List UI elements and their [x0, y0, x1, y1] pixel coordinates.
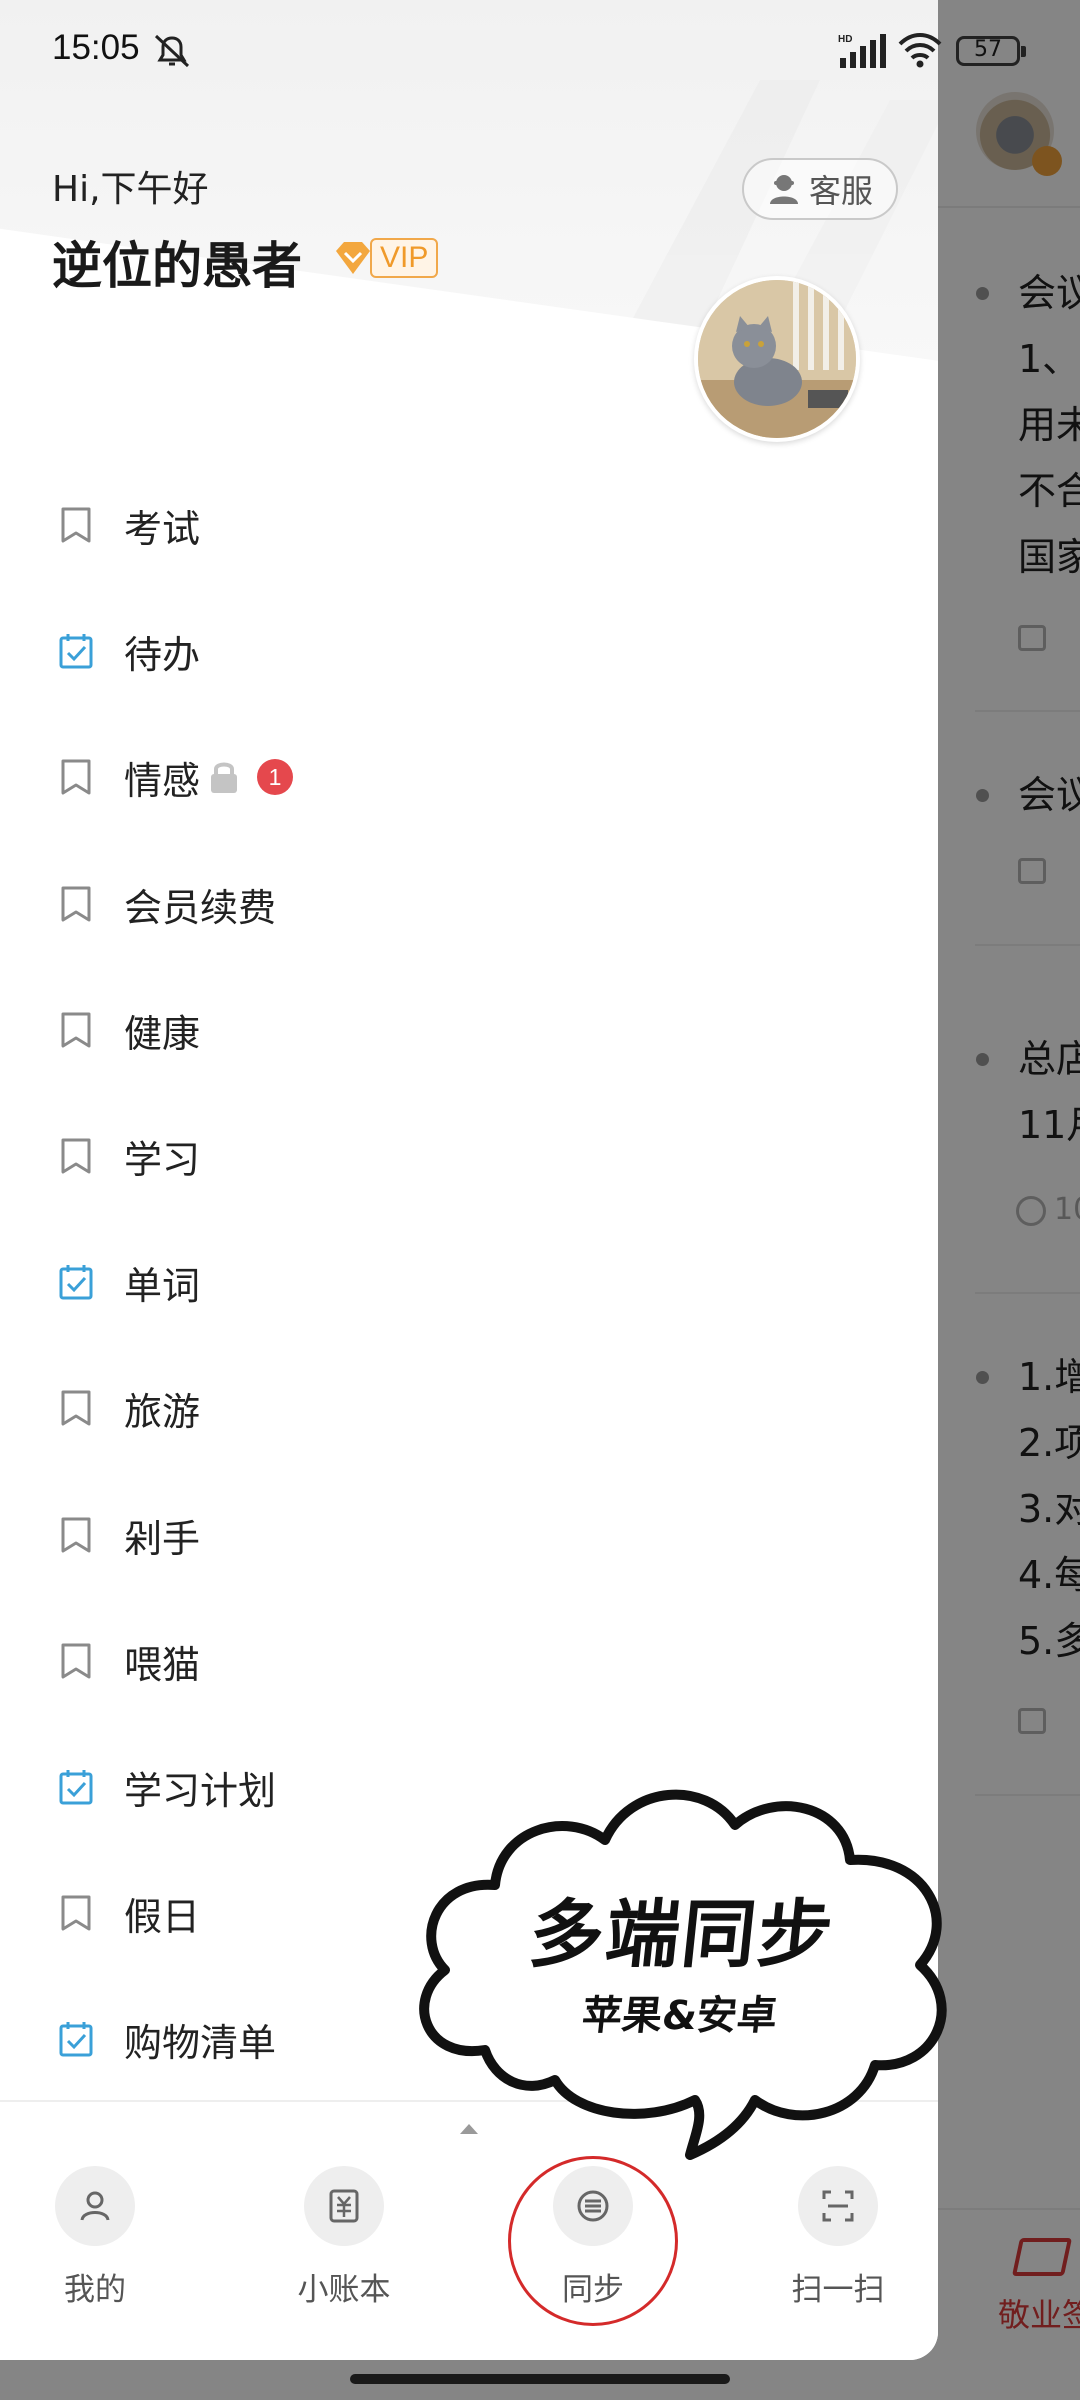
cat-photo	[698, 280, 856, 438]
category-item[interactable]: 待办	[0, 588, 938, 714]
category-label: 考试	[124, 506, 201, 551]
unread-badge: 1	[257, 759, 293, 795]
nav-ledger-label: 小账本	[297, 2272, 391, 2308]
battery-level: 57	[974, 37, 1002, 62]
calendar-check-icon	[59, 2022, 93, 2057]
username[interactable]: 逆位的愚者	[52, 226, 302, 298]
vip-label: VIP	[370, 238, 439, 278]
greeting-text: Hi,下午好	[52, 169, 209, 210]
vip-badge[interactable]: VIP	[332, 236, 439, 280]
bookmark-icon	[61, 1138, 91, 1174]
category-item[interactable]: 剁手	[0, 1472, 938, 1598]
nav-scan-label: 扫一扫	[791, 2272, 885, 2308]
bookmark-icon	[61, 1390, 91, 1426]
home-indicator[interactable]	[350, 2374, 730, 2384]
category-label: 情感	[124, 758, 201, 803]
category-item[interactable]: 学习	[0, 1093, 938, 1219]
bookmark-icon	[61, 1012, 91, 1048]
calendar-check-icon	[59, 634, 93, 669]
hd-badge: HD	[838, 34, 852, 45]
person-icon	[55, 2166, 135, 2246]
agent-icon	[769, 175, 798, 204]
nav-my-label: 我的	[64, 2272, 126, 2308]
profile-avatar[interactable]	[694, 276, 860, 442]
nav-ledger[interactable]: 小账本	[254, 2166, 434, 2326]
category-label: 学习	[124, 1137, 201, 1182]
bookmark-icon	[61, 1517, 91, 1553]
promo-subtitle: 苹果&安卓	[579, 1993, 780, 2039]
category-item[interactable]: 情感 1	[0, 714, 938, 840]
bookmark-icon	[61, 1643, 91, 1679]
category-item[interactable]: 健康	[0, 967, 938, 1093]
bookmark-icon	[61, 1895, 91, 1931]
sync-highlight-circle	[508, 2156, 678, 2326]
category-label: 会员续费	[124, 885, 277, 930]
calendar-check-icon	[59, 1265, 93, 1300]
mute-bell-icon	[154, 34, 190, 68]
nav-my[interactable]: 我的	[5, 2166, 185, 2326]
bookmark-icon	[61, 886, 91, 922]
scan-icon	[798, 2166, 878, 2246]
category-label: 喂猫	[124, 1642, 201, 1687]
category-label: 单词	[124, 1263, 201, 1308]
customer-service-label: 客服	[808, 172, 873, 210]
category-item[interactable]: 单词	[0, 1219, 938, 1345]
category-label: 剁手	[124, 1516, 201, 1561]
category-item[interactable]: 旅游	[0, 1345, 938, 1471]
category-item[interactable]: 会员续费	[0, 841, 938, 967]
category-label: 健康	[124, 1011, 201, 1056]
diamond-icon	[336, 242, 370, 274]
bookmark-icon	[61, 507, 91, 543]
category-label: 购物清单	[124, 2020, 277, 2065]
category-label: 假日	[124, 1894, 201, 1939]
ledger-icon	[304, 2166, 384, 2246]
category-label: 学习计划	[124, 1768, 277, 1813]
category-label: 待办	[124, 632, 201, 677]
category-item[interactable]: 喂猫	[0, 1598, 938, 1724]
promo-title: 多端同步	[525, 1892, 839, 1978]
status-time: 15:05	[52, 28, 140, 67]
calendar-check-icon	[59, 1770, 93, 1805]
bookmark-icon	[61, 759, 91, 795]
customer-service-button[interactable]: 客服	[742, 158, 898, 220]
signal-icon: HD	[838, 34, 886, 68]
lock-icon	[211, 762, 237, 793]
wifi-icon	[898, 33, 942, 68]
nav-scan[interactable]: 扫一扫	[748, 2166, 928, 2326]
category-item[interactable]: 考试	[0, 462, 938, 588]
battery-icon: 57	[956, 36, 1026, 66]
status-bar: 15:05 HD 57	[0, 0, 1080, 98]
category-label: 旅游	[124, 1389, 201, 1434]
